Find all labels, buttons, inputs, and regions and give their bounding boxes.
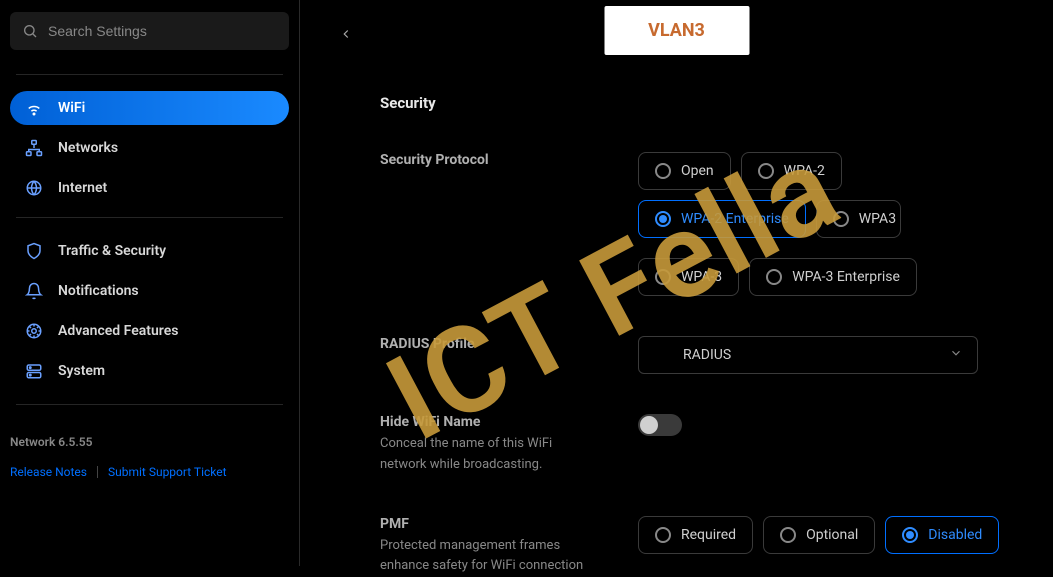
field-radius-profile: RADIUS Profile RADIUS [380,336,1013,374]
header: VLAN3 [300,14,1053,54]
hide-wifi-toggle[interactable] [638,414,682,436]
radio-icon [655,269,671,285]
version-label: Network 6.5.55 [10,435,289,449]
sidebar-item-advanced-features[interactable]: Advanced Features [10,314,289,348]
radio-icon [780,527,796,543]
gear-network-icon [24,321,44,341]
divider [16,217,283,218]
radio-icon [655,163,671,179]
page-title: VLAN3 [604,6,749,55]
sidebar-item-wifi[interactable]: WiFi [10,91,289,125]
divider [16,74,283,75]
main-content: VLAN3 Security Security Protocol Open WP… [300,0,1053,566]
protocol-option-wpa3-cutoff[interactable]: WPA3 [816,200,901,238]
radio-icon [655,527,671,543]
field-label: Hide WiFi Name [380,414,638,430]
option-label: Optional [806,527,858,543]
radio-icon [655,211,671,227]
section-title: Security [380,94,1013,112]
wifi-icon [24,98,44,118]
sidebar-item-networks[interactable]: Networks [10,131,289,165]
sidebar-item-internet[interactable]: Internet [10,171,289,205]
sidebar-item-label: System [58,363,105,379]
option-label: WPA-3 [681,269,722,285]
option-label: WPA-2 Enterprise [681,211,789,227]
field-hide-wifi-name: Hide WiFi Name Conceal the name of this … [380,414,1013,476]
sidebar-item-label: Traffic & Security [58,243,166,259]
sidebar-item-label: Notifications [58,283,139,299]
sidebar-item-system[interactable]: System [10,354,289,388]
sidebar-item-notifications[interactable]: Notifications [10,274,289,308]
search-icon [22,23,38,39]
sidebar-item-traffic-security[interactable]: Traffic & Security [10,234,289,268]
field-label: Security Protocol [380,152,638,168]
option-label: WPA3 [859,211,896,227]
option-label: WPA-3 Enterprise [792,269,900,285]
toggle-knob [640,416,658,434]
option-label: WPA-2 [784,163,825,179]
field-security-protocol: Security Protocol Open WPA-2 WPA-2 Enter… [380,152,1013,296]
globe-icon [24,178,44,198]
select-value: RADIUS [653,347,731,363]
pmf-option-optional[interactable]: Optional [763,516,875,554]
sidebar-item-label: Advanced Features [58,323,178,339]
option-label: Disabled [928,527,982,543]
shield-icon [24,241,44,261]
footer-links: Release Notes Submit Support Ticket [10,465,289,479]
sidebar-item-label: Internet [58,180,107,196]
protocol-option-open[interactable]: Open [638,152,731,190]
bell-icon [24,281,44,301]
sidebar: WiFi Networks Internet Traffic & Securit… [0,0,300,566]
radio-icon [833,211,849,227]
option-label: Open [681,163,714,179]
protocol-option-wpa3-enterprise[interactable]: WPA-3 Enterprise [749,258,917,296]
radio-icon [758,163,774,179]
back-button[interactable] [336,24,356,44]
pmf-option-disabled[interactable]: Disabled [885,516,999,554]
search-input-container[interactable] [10,12,289,50]
sidebar-item-label: WiFi [58,100,85,116]
search-input[interactable] [48,23,277,39]
divider [97,466,98,478]
radius-profile-select[interactable]: RADIUS [638,336,978,374]
field-label: PMF [380,516,638,532]
radio-icon [766,269,782,285]
radio-icon [902,527,918,543]
support-ticket-link[interactable]: Submit Support Ticket [108,465,227,479]
field-pmf: PMF Protected management frames enhance … [380,516,1013,577]
release-notes-link[interactable]: Release Notes [10,465,87,479]
protocol-option-wpa3[interactable]: WPA-3 [638,258,739,296]
protocol-option-wpa2[interactable]: WPA-2 [741,152,842,190]
field-description: Protected management frames enhance safe… [380,536,600,577]
field-label: RADIUS Profile [380,336,638,352]
system-icon [24,361,44,381]
divider [16,404,283,405]
pmf-option-required[interactable]: Required [638,516,753,554]
network-icon [24,138,44,158]
option-label: Required [681,527,736,543]
sidebar-item-label: Networks [58,140,118,156]
field-description: Conceal the name of this WiFi network wh… [380,434,600,476]
chevron-down-icon [949,346,963,364]
protocol-option-wpa2-enterprise[interactable]: WPA-2 Enterprise [638,200,806,238]
